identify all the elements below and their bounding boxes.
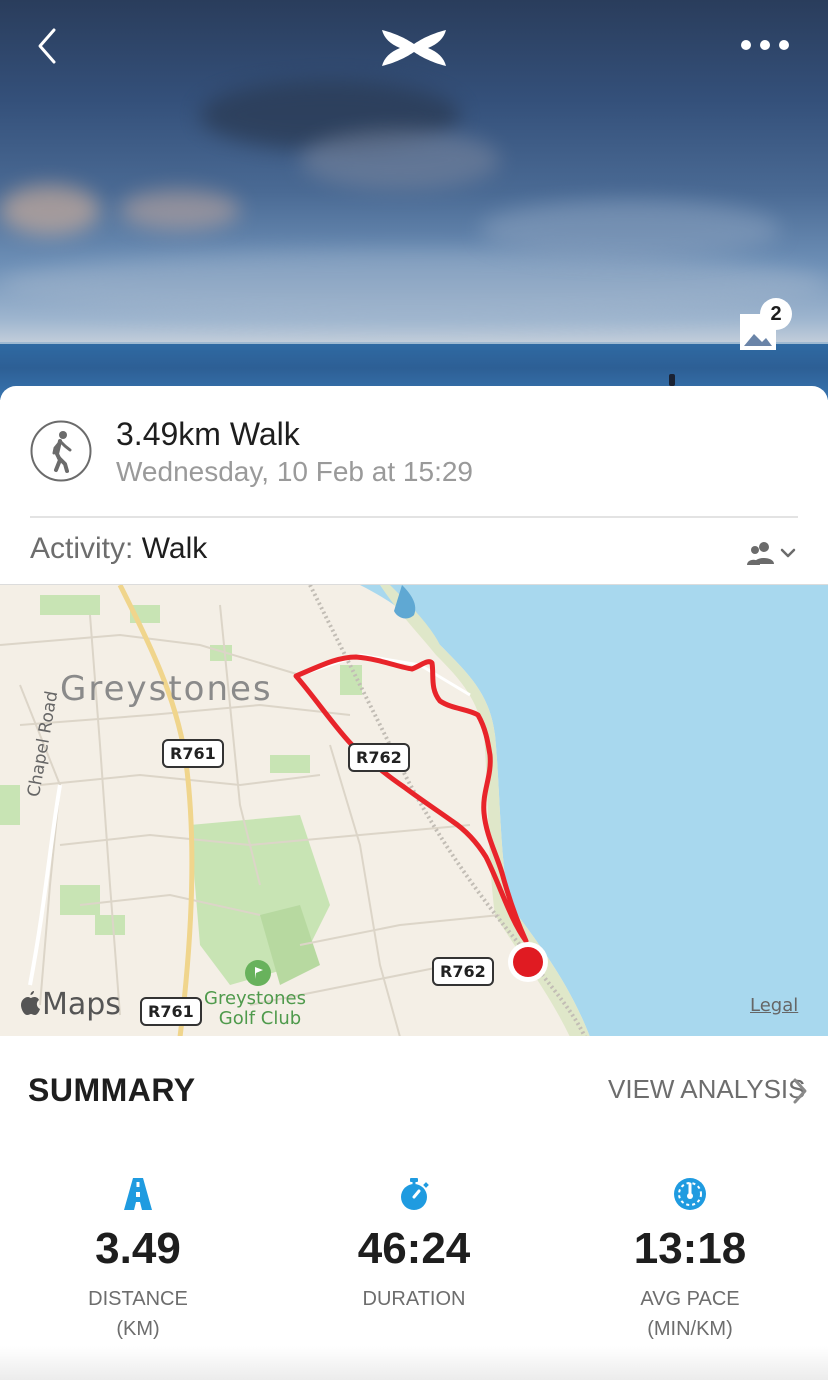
- more-horizontal-icon: [741, 40, 789, 50]
- workout-title: 3.49km Walk: [116, 416, 300, 452]
- stat-distance: 3.49 DISTANCE (KM): [28, 1176, 248, 1344]
- person-silhouette: [669, 374, 675, 386]
- bottom-fade: [0, 1346, 828, 1380]
- privacy-selector[interactable]: [744, 538, 800, 568]
- activity-value: Walk: [141, 532, 208, 565]
- legal-link[interactable]: Legal: [750, 995, 798, 1016]
- maps-brand-text: Maps: [42, 987, 121, 1022]
- duration-label: DURATION: [362, 1288, 466, 1310]
- more-options-button[interactable]: [736, 30, 796, 60]
- duration-value: 46:24: [357, 1224, 471, 1273]
- stat-duration: 46:24 DURATION: [304, 1176, 524, 1314]
- workout-datetime: Wednesday, 10 Feb at 15:29: [116, 456, 473, 487]
- road-label-r761-south: R761: [140, 997, 202, 1026]
- pace-value: 13:18: [633, 1224, 747, 1273]
- activity-type: Activity: Walk: [30, 532, 207, 566]
- apple-maps-brand: Maps: [20, 987, 121, 1022]
- activity-label: Activity:: [30, 532, 134, 565]
- chevron-left-icon: [38, 28, 56, 64]
- stat-avg-pace: 13:18 AVG PACE (MIN/KM): [580, 1176, 800, 1344]
- golf-label-line2: Golf Club: [218, 1008, 302, 1029]
- speedometer-icon: [674, 1178, 706, 1210]
- apple-logo-icon: [20, 990, 42, 1016]
- road-label-r762-south: R762: [432, 957, 494, 986]
- under-armour-logo: [378, 26, 450, 70]
- road-label-r761: R761: [162, 739, 224, 768]
- back-button[interactable]: [28, 24, 72, 68]
- photos-count-badge: 2: [760, 298, 792, 330]
- golf-label-line1: Greystones: [204, 988, 306, 1009]
- golf-club-label: Greystones Golf Club: [204, 989, 306, 1029]
- distance-value: 3.49: [95, 1224, 181, 1273]
- map-place-label: Greystones: [60, 669, 273, 709]
- pace-label: AVG PACE: [640, 1288, 740, 1310]
- activity-row[interactable]: Activity: Walk: [0, 518, 828, 584]
- road-label-r762: R762: [348, 743, 410, 772]
- summary-title: SUMMARY: [28, 1072, 196, 1108]
- route-map[interactable]: Greystones R761 R762 R762 R761 Chapel Ro…: [0, 584, 828, 1036]
- walk-icon: [30, 420, 92, 482]
- distance-unit: (KM): [116, 1318, 160, 1340]
- friends-icon: [747, 542, 796, 565]
- workout-card: 3.49km Walk Wednesday, 10 Feb at 15:29 A…: [0, 386, 828, 1380]
- distance-label: DISTANCE: [88, 1288, 188, 1310]
- pace-unit: (MIN/KM): [647, 1318, 733, 1340]
- view-analysis-link[interactable]: VIEW ANALYSIS: [608, 1074, 805, 1105]
- distance-icon: [124, 1178, 152, 1210]
- stopwatch-icon: [401, 1178, 429, 1210]
- workout-header: 3.49km Walk Wednesday, 10 Feb at 15:29: [0, 386, 828, 516]
- chevron-right-icon[interactable]: [790, 1076, 810, 1106]
